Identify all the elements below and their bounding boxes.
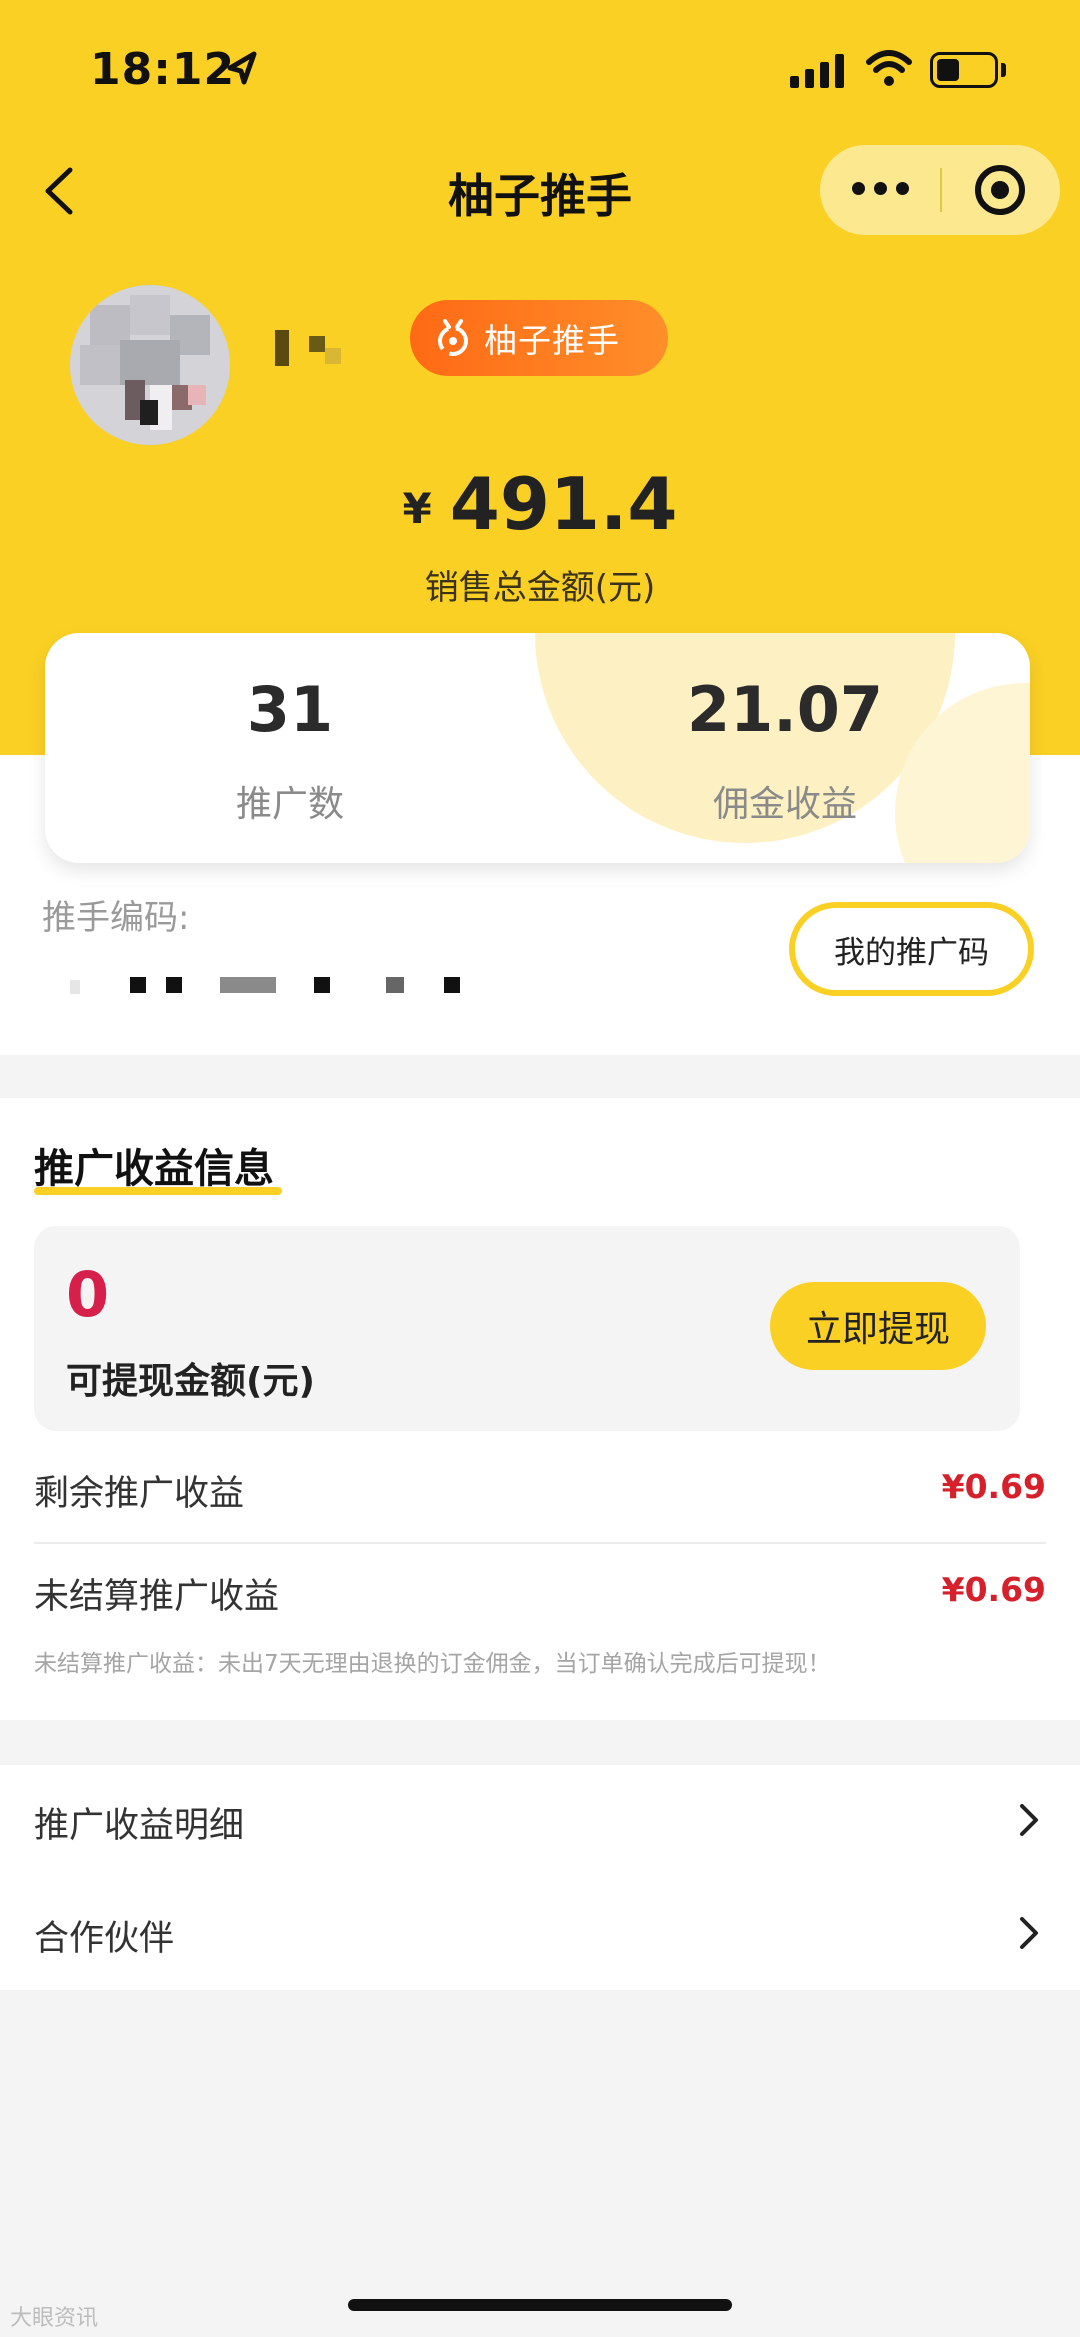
status-time: 18:12 <box>90 44 236 95</box>
partners-link[interactable]: 合作伙伴 <box>34 1910 174 1961</box>
badge-label: 柚子推手 <box>484 321 620 360</box>
username-pixelated <box>275 330 341 366</box>
earnings-detail-link[interactable]: 推广收益明细 <box>34 1797 244 1848</box>
promoter-code-label: 推手编码: <box>42 898 190 938</box>
unsettled-earnings-value: ¥0.69 <box>941 1570 1046 1609</box>
capsule-divider <box>940 168 942 212</box>
my-promo-code-button[interactable]: 我的推广码 <box>789 902 1034 996</box>
cellular-signal-icon <box>790 54 844 88</box>
unsettled-earnings-note: 未结算推广收益：未出7天无理由退换的订金佣金，当订单确认完成后可提现！ <box>34 1651 831 1677</box>
total-sales-amount: 491.4 <box>449 462 678 546</box>
promotion-count-label: 推广数 <box>235 784 344 825</box>
wifi-icon <box>866 50 912 86</box>
unsettled-earnings-label: 未结算推广收益 <box>34 1577 280 1617</box>
chevron-right-icon[interactable] <box>1018 1915 1040 1951</box>
commission-earnings-label: 佣金收益 <box>712 784 857 825</box>
stats-card: 31 推广数 21.07 佣金收益 <box>45 633 1030 863</box>
home-indicator[interactable] <box>348 2299 732 2311</box>
total-sales: ¥491.4 <box>0 462 1080 546</box>
promoter-code-redacted <box>70 977 460 994</box>
close-miniprogram-dot <box>991 181 1009 199</box>
badge-icon <box>438 319 468 356</box>
total-sales-label: 销售总金额(元) <box>424 568 656 608</box>
avatar <box>70 285 230 445</box>
more-options-icon[interactable] <box>852 182 909 195</box>
remaining-earnings-value: ¥0.69 <box>941 1467 1046 1506</box>
role-badge: 柚子推手 <box>410 300 668 376</box>
location-arrow-icon <box>227 51 257 85</box>
chevron-right-icon[interactable] <box>1018 1802 1040 1838</box>
withdrawable-amount: 0 <box>66 1258 110 1331</box>
currency-symbol: ¥ <box>402 484 432 533</box>
remaining-earnings-label: 剩余推广收益 <box>34 1474 245 1514</box>
row-divider <box>34 1542 1046 1544</box>
watermark: 大眼资讯 <box>10 2306 99 2331</box>
promotion-count: 31 <box>246 673 334 746</box>
earnings-section-title: 推广收益信息 <box>34 1146 274 1192</box>
commission-earnings: 21.07 <box>686 673 884 746</box>
withdrawable-label: 可提现金额(元) <box>66 1361 315 1402</box>
section-title-underline <box>34 1187 282 1195</box>
withdraw-now-button[interactable]: 立即提现 <box>770 1282 986 1370</box>
battery-icon <box>930 52 998 88</box>
battery-nub <box>1001 63 1006 77</box>
